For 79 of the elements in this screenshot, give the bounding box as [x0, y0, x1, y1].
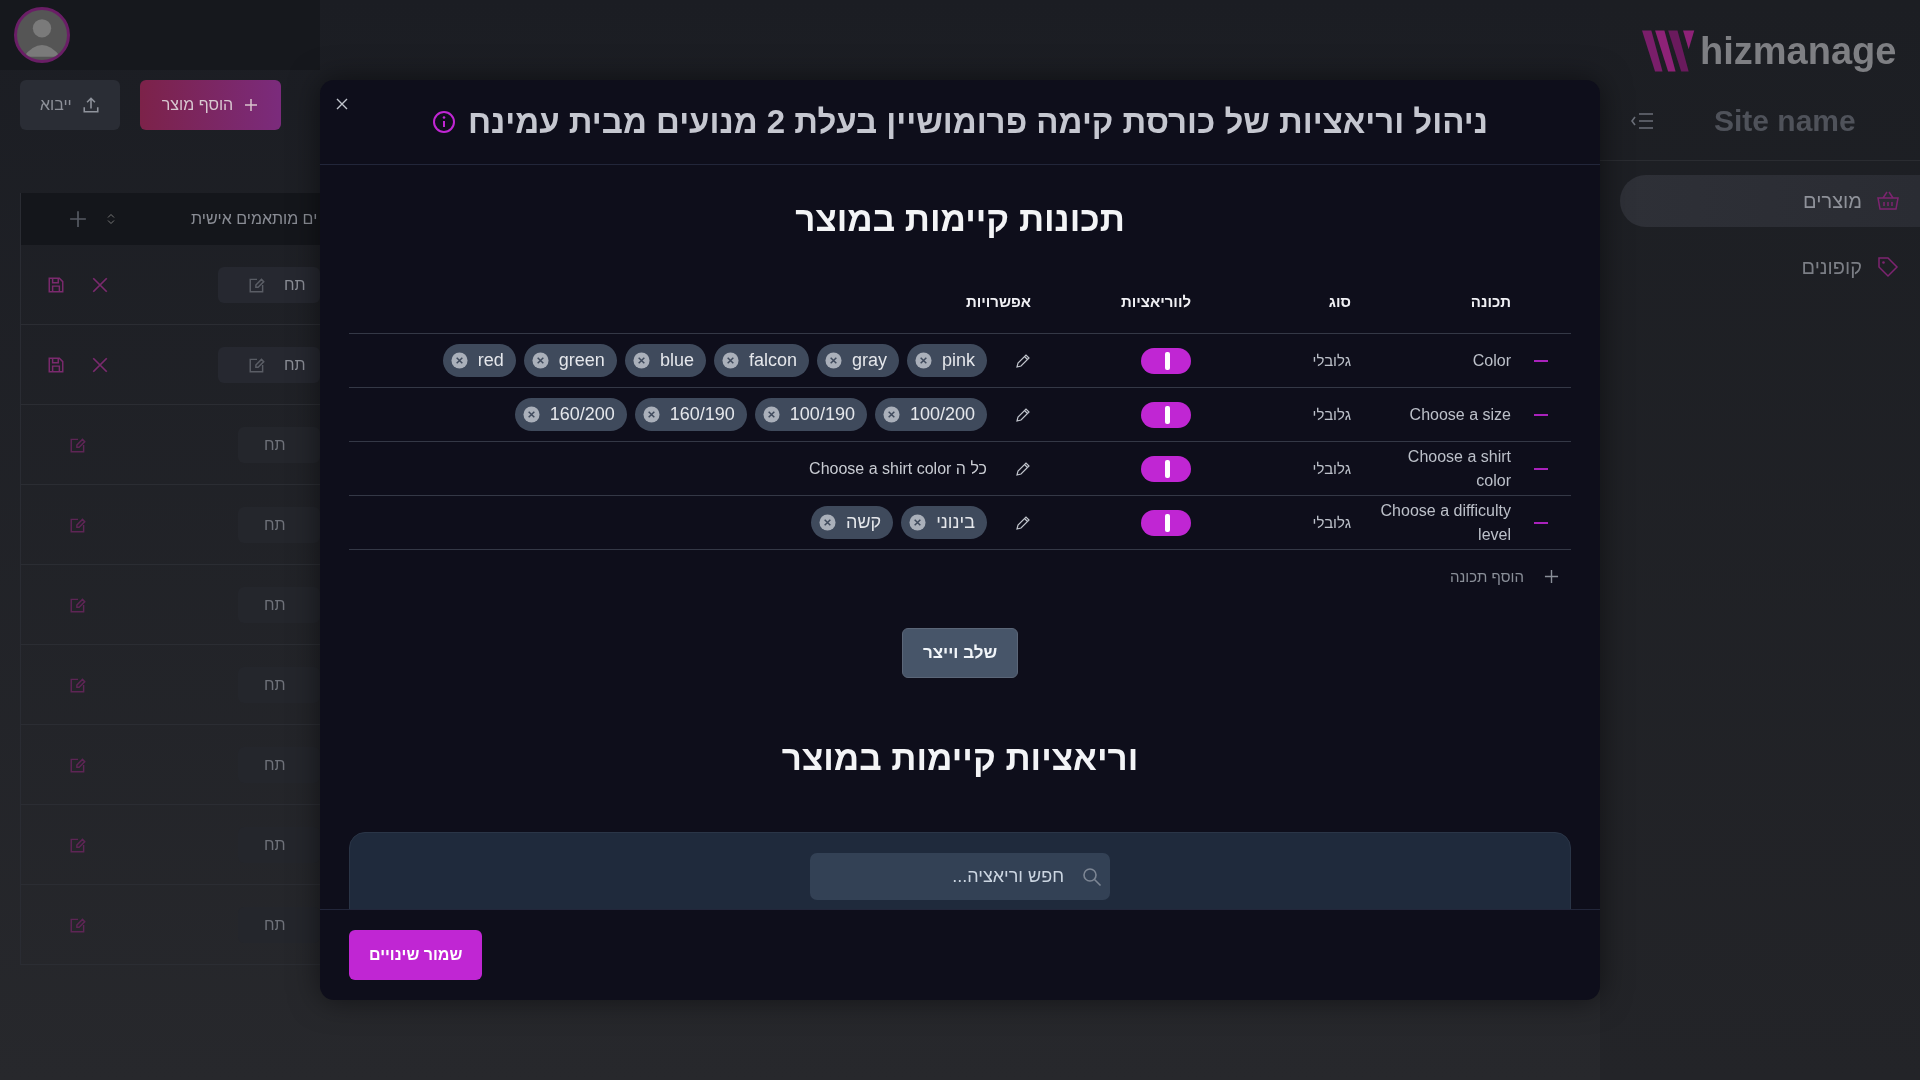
add-feature-link[interactable]: הוסף תכונה — [1449, 567, 1524, 585]
column-header: אפשרויות — [964, 293, 1031, 310]
option-chip[interactable]: gray — [816, 344, 899, 377]
table-cell[interactable]: תח — [238, 586, 320, 623]
plus-icon[interactable] — [1544, 568, 1559, 584]
feature-name: Choose a difficulty level — [1379, 500, 1511, 545]
option-chip[interactable]: falcon — [713, 344, 809, 377]
table-cell[interactable]: תח — [218, 266, 320, 303]
edit-icon[interactable] — [1015, 352, 1031, 369]
clear-icon[interactable] — [909, 514, 927, 531]
options-text: כל ה Choose a shirt color — [809, 459, 987, 478]
remove-icon[interactable] — [1534, 467, 1548, 470]
toggle-switch[interactable] — [1141, 455, 1191, 482]
edit-icon[interactable] — [1015, 514, 1031, 531]
clear-icon[interactable] — [632, 352, 650, 369]
table-cell[interactable]: תח — [218, 346, 320, 383]
option-chip[interactable]: בינוני — [901, 506, 987, 539]
option-chip[interactable]: pink — [906, 344, 987, 377]
option-chip[interactable]: קשה — [811, 506, 894, 539]
feature-name: Choose a size — [1408, 404, 1511, 425]
section-heading: תכונות קיימות במוצר — [794, 199, 1126, 239]
feature-type: גלובלי — [1311, 406, 1351, 423]
clear-icon[interactable] — [522, 406, 540, 423]
option-chip[interactable]: red — [442, 344, 516, 377]
clear-icon[interactable] — [819, 514, 836, 531]
column-header: ים מותאמים אישית — [191, 210, 318, 228]
toggle-switch[interactable] — [1141, 401, 1191, 428]
logo-text: hizmanage — [1700, 29, 1897, 73]
clear-icon[interactable] — [450, 352, 468, 369]
section-heading: וריאציות קיימות במוצר — [780, 738, 1140, 778]
remove-icon[interactable] — [1534, 359, 1548, 362]
table-cell[interactable]: תח — [238, 506, 320, 543]
menu-icon[interactable] — [1630, 112, 1654, 130]
edit-icon — [248, 355, 266, 374]
clear-icon[interactable] — [531, 352, 549, 369]
clear-icon[interactable] — [882, 406, 900, 423]
edit-icon[interactable] — [1015, 460, 1031, 477]
sidebar-item[interactable]: מוצרים — [1620, 175, 1920, 227]
merge-button[interactable]: שלב וייצר — [901, 628, 1019, 678]
option-chip[interactable]: blue — [624, 344, 706, 377]
tag-icon — [1876, 255, 1900, 279]
option-chip[interactable]: 160/190 — [634, 398, 747, 431]
avatar[interactable] — [14, 7, 70, 63]
remove-icon[interactable] — [1534, 413, 1548, 416]
remove-icon[interactable] — [1534, 521, 1548, 524]
search-field[interactable]: חפש וריאציה... — [810, 853, 1110, 900]
table-cell[interactable]: תח — [238, 666, 320, 703]
feature-type: גלובלי — [1311, 460, 1351, 477]
search-icon — [1082, 867, 1102, 887]
option-chip[interactable]: 100/200 — [874, 398, 987, 431]
column-header: תכונה — [1469, 293, 1511, 310]
info-icon[interactable] — [432, 110, 456, 134]
toggle-switch[interactable] — [1141, 509, 1191, 536]
option-chip[interactable]: 100/190 — [754, 398, 867, 431]
clear-icon[interactable] — [721, 352, 739, 369]
sidebar-item[interactable]: קופונים — [1620, 241, 1920, 293]
option-chip[interactable]: green — [523, 344, 617, 377]
column-header: לווריאציות — [1120, 293, 1191, 310]
modal-title: ניהול וריאציות של כורסת קימה פרומושיין בעלת 2 מנועים מבית עמינח — [468, 103, 1488, 141]
edit-icon[interactable] — [1015, 406, 1031, 423]
add-product-button[interactable]: הוסף מוצר — [139, 80, 282, 130]
clear-icon[interactable] — [762, 406, 780, 423]
edit-icon — [248, 275, 266, 294]
feature-name: Choose a shirt color — [1406, 446, 1511, 491]
basket-icon — [1876, 189, 1900, 213]
save-button[interactable]: שמור שינויים — [349, 930, 483, 980]
import-button[interactable]: ייבוא — [20, 80, 120, 130]
upload-icon — [81, 96, 100, 114]
clear-icon[interactable] — [642, 406, 660, 423]
plus-icon — [243, 97, 260, 113]
option-chip[interactable]: 160/200 — [514, 398, 627, 431]
feature-name: Color — [1471, 350, 1511, 371]
clear-icon[interactable] — [824, 352, 842, 369]
clear-icon[interactable] — [914, 352, 932, 369]
toggle-switch[interactable] — [1141, 347, 1191, 374]
table-cell[interactable]: תח — [238, 426, 320, 463]
column-header: סוג — [1327, 293, 1351, 310]
feature-type: גלובלי — [1311, 514, 1351, 531]
feature-type: גלובלי — [1311, 352, 1351, 369]
